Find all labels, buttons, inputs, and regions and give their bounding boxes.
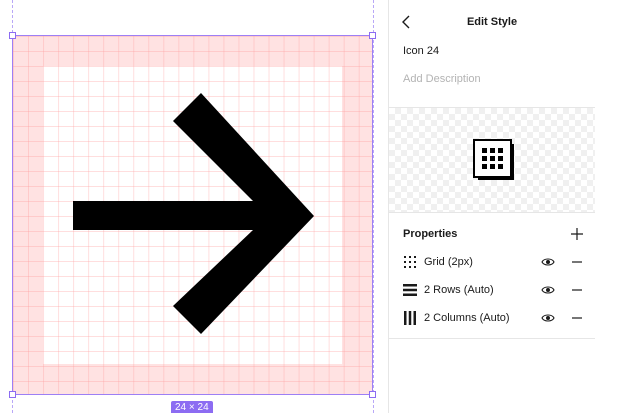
add-property-plus-icon[interactable] [570, 227, 584, 241]
grid-style-icon [473, 139, 514, 180]
size-badge: 24 × 24 [171, 401, 213, 413]
remove-minus-icon[interactable] [571, 284, 583, 296]
resize-handle-top-right[interactable] [369, 32, 376, 39]
panel-header: Edit Style [389, 0, 595, 44]
style-preview [389, 108, 595, 212]
property-row-grid[interactable]: Grid (2px) [389, 248, 595, 276]
edit-style-panel: Edit Style Icon 24 Add Description Prope… [388, 0, 595, 413]
eye-icon[interactable] [541, 312, 555, 324]
divider [389, 212, 595, 213]
resize-handle-bottom-right[interactable] [369, 391, 376, 398]
divider [389, 338, 595, 339]
property-row-rows[interactable]: 2 Rows (Auto) [389, 276, 595, 304]
resize-handle-top-left[interactable] [9, 32, 16, 39]
remove-minus-icon[interactable] [571, 256, 583, 268]
property-row-columns[interactable]: 2 Columns (Auto) [389, 304, 595, 332]
resize-handle-bottom-left[interactable] [9, 391, 16, 398]
property-label: 2 Columns (Auto) [424, 312, 510, 324]
property-label: Grid (2px) [424, 256, 473, 268]
arrow-right-icon[interactable] [13, 36, 372, 394]
eye-icon[interactable] [541, 284, 555, 296]
properties-title: Properties [403, 228, 458, 240]
layout-guide-right [373, 0, 374, 413]
grid-dots-icon [404, 256, 416, 268]
panel-title: Edit Style [466, 16, 518, 28]
columns-icon [404, 311, 416, 325]
description-field[interactable]: Add Description [403, 73, 481, 85]
eye-icon[interactable] [541, 256, 555, 268]
icon-frame[interactable] [9, 32, 376, 398]
design-canvas[interactable]: 24 × 24 [0, 0, 388, 413]
remove-minus-icon[interactable] [571, 312, 583, 324]
style-name-field[interactable]: Icon 24 [403, 45, 439, 57]
property-label: 2 Rows (Auto) [424, 284, 494, 296]
rows-icon [403, 284, 417, 296]
